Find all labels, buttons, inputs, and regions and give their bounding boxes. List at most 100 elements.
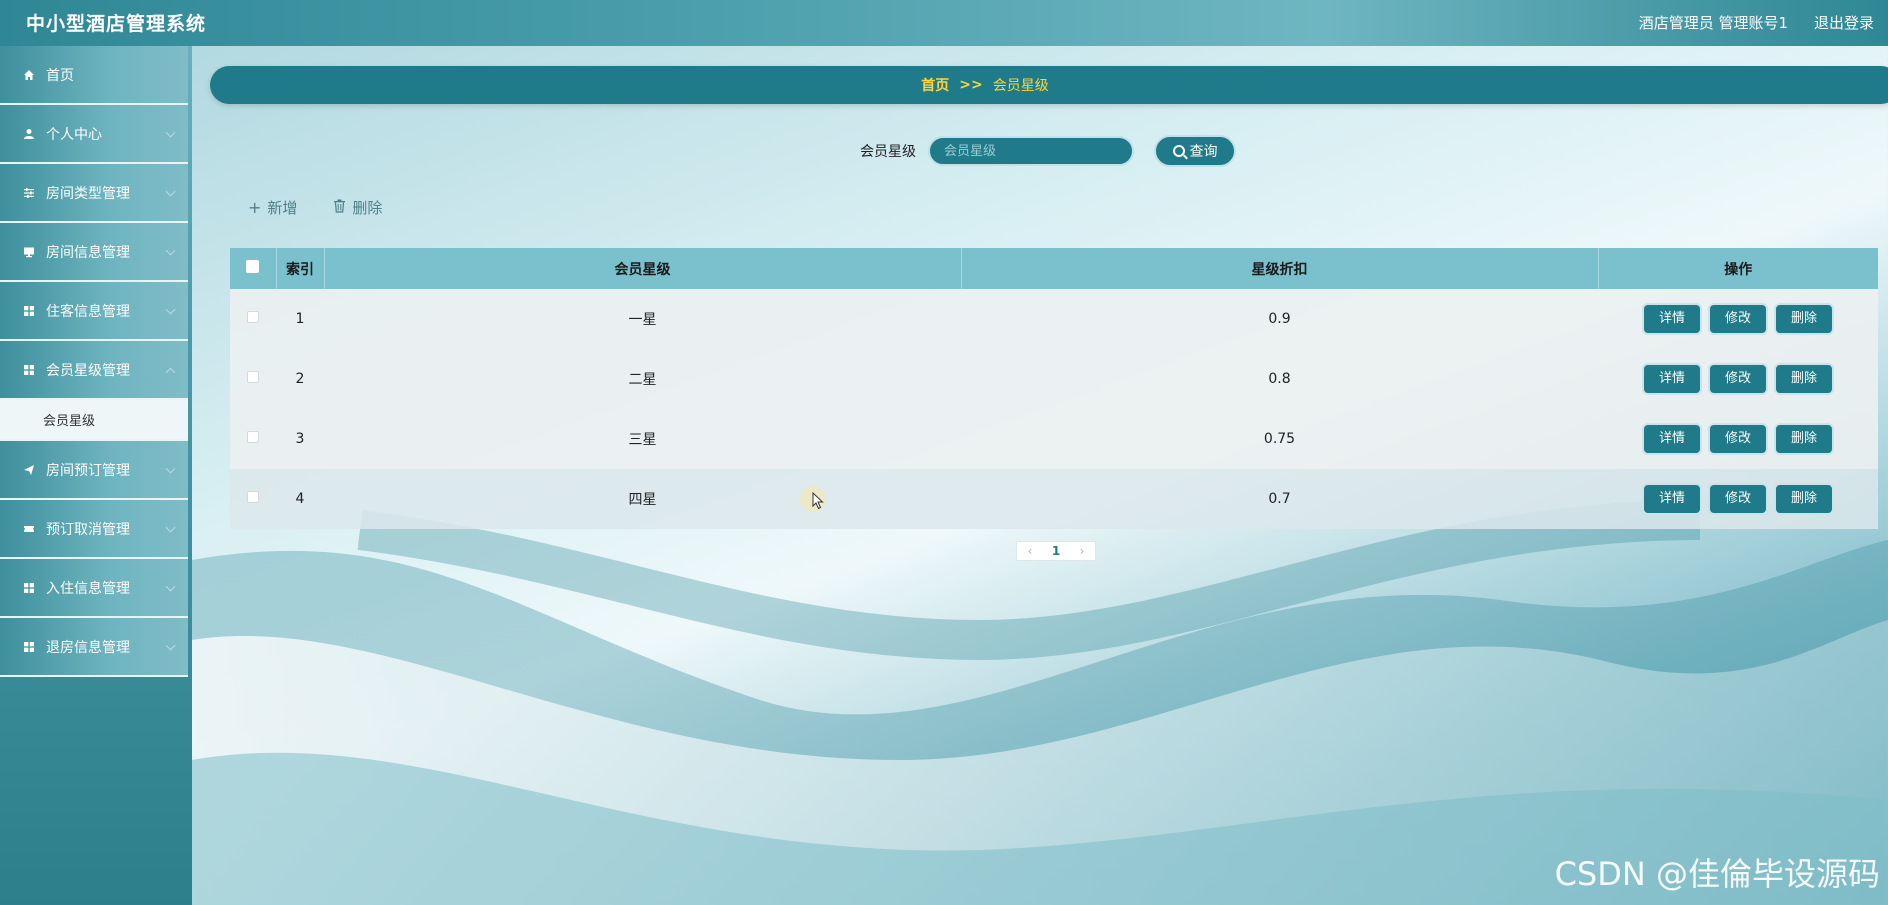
cell-actions: 详情 修改 删除 — [1598, 469, 1878, 529]
chevron-down-icon — [165, 245, 176, 256]
search-button-label: 查询 — [1189, 144, 1218, 160]
sidebar: 首页 个人中心 房间类型管理 房间信息管理 住客信息管理 会员星级管理 会员星级… — [0, 46, 192, 905]
sidebar-item-label: 房间信息管理 — [46, 244, 130, 261]
logout-link[interactable]: 退出登录 — [1814, 12, 1874, 33]
chevron-down-icon — [165, 522, 176, 533]
send-icon — [22, 463, 36, 477]
user-icon — [22, 127, 36, 141]
home-icon — [22, 68, 36, 82]
sliders-icon — [22, 186, 36, 200]
row-checkbox[interactable] — [247, 371, 259, 383]
cell-index: 2 — [295, 371, 305, 387]
add-button[interactable]: + 新增 — [248, 197, 297, 218]
chevron-down-icon — [165, 463, 176, 474]
ticket-icon — [22, 522, 36, 536]
sidebar-item-booking-cancel[interactable]: 预订取消管理 — [0, 500, 188, 559]
chevron-down-icon — [165, 127, 176, 138]
sidebar-item-label: 退房信息管理 — [46, 639, 130, 656]
sidebar-item-label: 个人中心 — [46, 126, 102, 143]
detail-button[interactable]: 详情 — [1644, 305, 1700, 333]
cell-index: 3 — [295, 431, 305, 447]
top-bar: 中小型酒店管理系统 酒店管理员 管理账号1 退出登录 — [0, 0, 1888, 46]
user-info: 酒店管理员 管理账号1 — [1638, 14, 1788, 32]
sidebar-item-label: 会员星级管理 — [46, 362, 130, 379]
cell-level: 一星 — [628, 312, 657, 328]
sidebar-item-label: 住客信息管理 — [46, 303, 130, 320]
prev-page-button[interactable]: ‹ — [1017, 542, 1043, 560]
trash-icon — [333, 198, 346, 217]
next-page-button[interactable]: › — [1069, 542, 1095, 560]
sidebar-item-room-type[interactable]: 房间类型管理 — [0, 164, 188, 223]
page-number-button[interactable]: 1 — [1043, 542, 1069, 560]
sidebar-item-guest-info[interactable]: 住客信息管理 — [0, 282, 188, 341]
sidebar-item-checkout-info[interactable]: 退房信息管理 — [0, 618, 188, 677]
search-row: 会员星级 查询 — [860, 135, 1236, 167]
detail-button[interactable]: 详情 — [1644, 485, 1700, 513]
breadcrumb-separator: >> — [959, 77, 983, 93]
sidebar-item-label: 入住信息管理 — [46, 580, 130, 597]
batch-delete-label: 删除 — [352, 199, 383, 217]
chevron-down-icon — [165, 304, 176, 315]
edit-button[interactable]: 修改 — [1710, 365, 1766, 393]
detail-button[interactable]: 详情 — [1644, 425, 1700, 453]
search-icon — [1172, 145, 1185, 157]
table-row: 3 三星 0.75 详情 修改 删除 — [230, 409, 1878, 469]
table-header-row: 索引 会员星级 星级折扣 操作 — [230, 248, 1878, 289]
cell-level: 二星 — [628, 372, 657, 388]
search-input[interactable] — [928, 136, 1134, 166]
sidebar-item-label: 首页 — [46, 67, 74, 84]
cell-actions: 详情 修改 删除 — [1598, 409, 1878, 469]
delete-button[interactable]: 删除 — [1776, 365, 1832, 393]
cell-actions: 详情 修改 删除 — [1598, 349, 1878, 409]
grid-icon — [22, 581, 36, 595]
monitor-icon — [22, 245, 36, 259]
sidebar-item-room-booking[interactable]: 房间预订管理 — [0, 441, 188, 500]
table-row: 1 一星 0.9 详情 修改 删除 — [230, 289, 1878, 349]
cell-discount: 0.8 — [1268, 371, 1291, 387]
sidebar-item-member-level[interactable]: 会员星级管理 — [0, 341, 188, 400]
watermark: CSDN @佳倫毕设源码 — [1554, 855, 1880, 893]
sidebar-item-room-info[interactable]: 房间信息管理 — [0, 223, 188, 282]
search-button[interactable]: 查询 — [1154, 135, 1236, 167]
batch-delete-button[interactable]: 删除 — [333, 197, 382, 218]
chevron-up-icon — [165, 367, 176, 378]
sidebar-item-home[interactable]: 首页 — [0, 46, 188, 105]
data-table: 索引 会员星级 星级折扣 操作 1 一星 0.9 详情 修改 删除 2 二星 0.8 — [230, 248, 1878, 529]
sidebar-item-personal-center[interactable]: 个人中心 — [0, 105, 188, 164]
select-all-checkbox[interactable] — [246, 260, 260, 273]
edit-button[interactable]: 修改 — [1710, 485, 1766, 513]
table-row: 4 四星 0.7 详情 修改 删除 — [230, 469, 1878, 529]
app-title: 中小型酒店管理系统 — [26, 13, 207, 35]
sidebar-item-label: 房间预订管理 — [46, 462, 130, 479]
table-row: 2 二星 0.8 详情 修改 删除 — [230, 349, 1878, 409]
sidebar-item-checkin-info[interactable]: 入住信息管理 — [0, 559, 188, 618]
row-checkbox[interactable] — [247, 431, 259, 443]
detail-button[interactable]: 详情 — [1644, 365, 1700, 393]
search-label: 会员星级 — [860, 144, 916, 160]
plus-icon: + — [248, 198, 262, 217]
row-checkbox[interactable] — [247, 491, 259, 503]
edit-button[interactable]: 修改 — [1710, 425, 1766, 453]
sidebar-item-label: 预订取消管理 — [46, 521, 130, 538]
breadcrumb: 首页 >> 会员星级 — [210, 66, 1888, 104]
delete-button[interactable]: 删除 — [1776, 425, 1832, 453]
select-all-cell — [230, 248, 277, 289]
cell-index: 1 — [295, 311, 305, 327]
delete-button[interactable]: 删除 — [1776, 485, 1832, 513]
breadcrumb-home[interactable]: 首页 — [921, 75, 949, 95]
grid-icon — [22, 304, 36, 318]
sidebar-subitem-member-level[interactable]: 会员星级 — [0, 400, 188, 441]
chevron-down-icon — [165, 581, 176, 592]
edit-button[interactable]: 修改 — [1710, 305, 1766, 333]
pagination: ‹ 1 › — [1016, 541, 1096, 561]
cell-index: 4 — [295, 491, 305, 507]
cell-level: 四星 — [628, 492, 657, 508]
chevron-down-icon — [165, 186, 176, 197]
cell-actions: 详情 修改 删除 — [1598, 289, 1878, 349]
mouse-cursor-icon — [812, 492, 824, 510]
column-header-index: 索引 — [276, 248, 325, 289]
row-checkbox[interactable] — [247, 311, 259, 323]
chevron-down-icon — [165, 640, 176, 651]
add-button-label: 新增 — [267, 199, 298, 217]
delete-button[interactable]: 删除 — [1776, 305, 1832, 333]
